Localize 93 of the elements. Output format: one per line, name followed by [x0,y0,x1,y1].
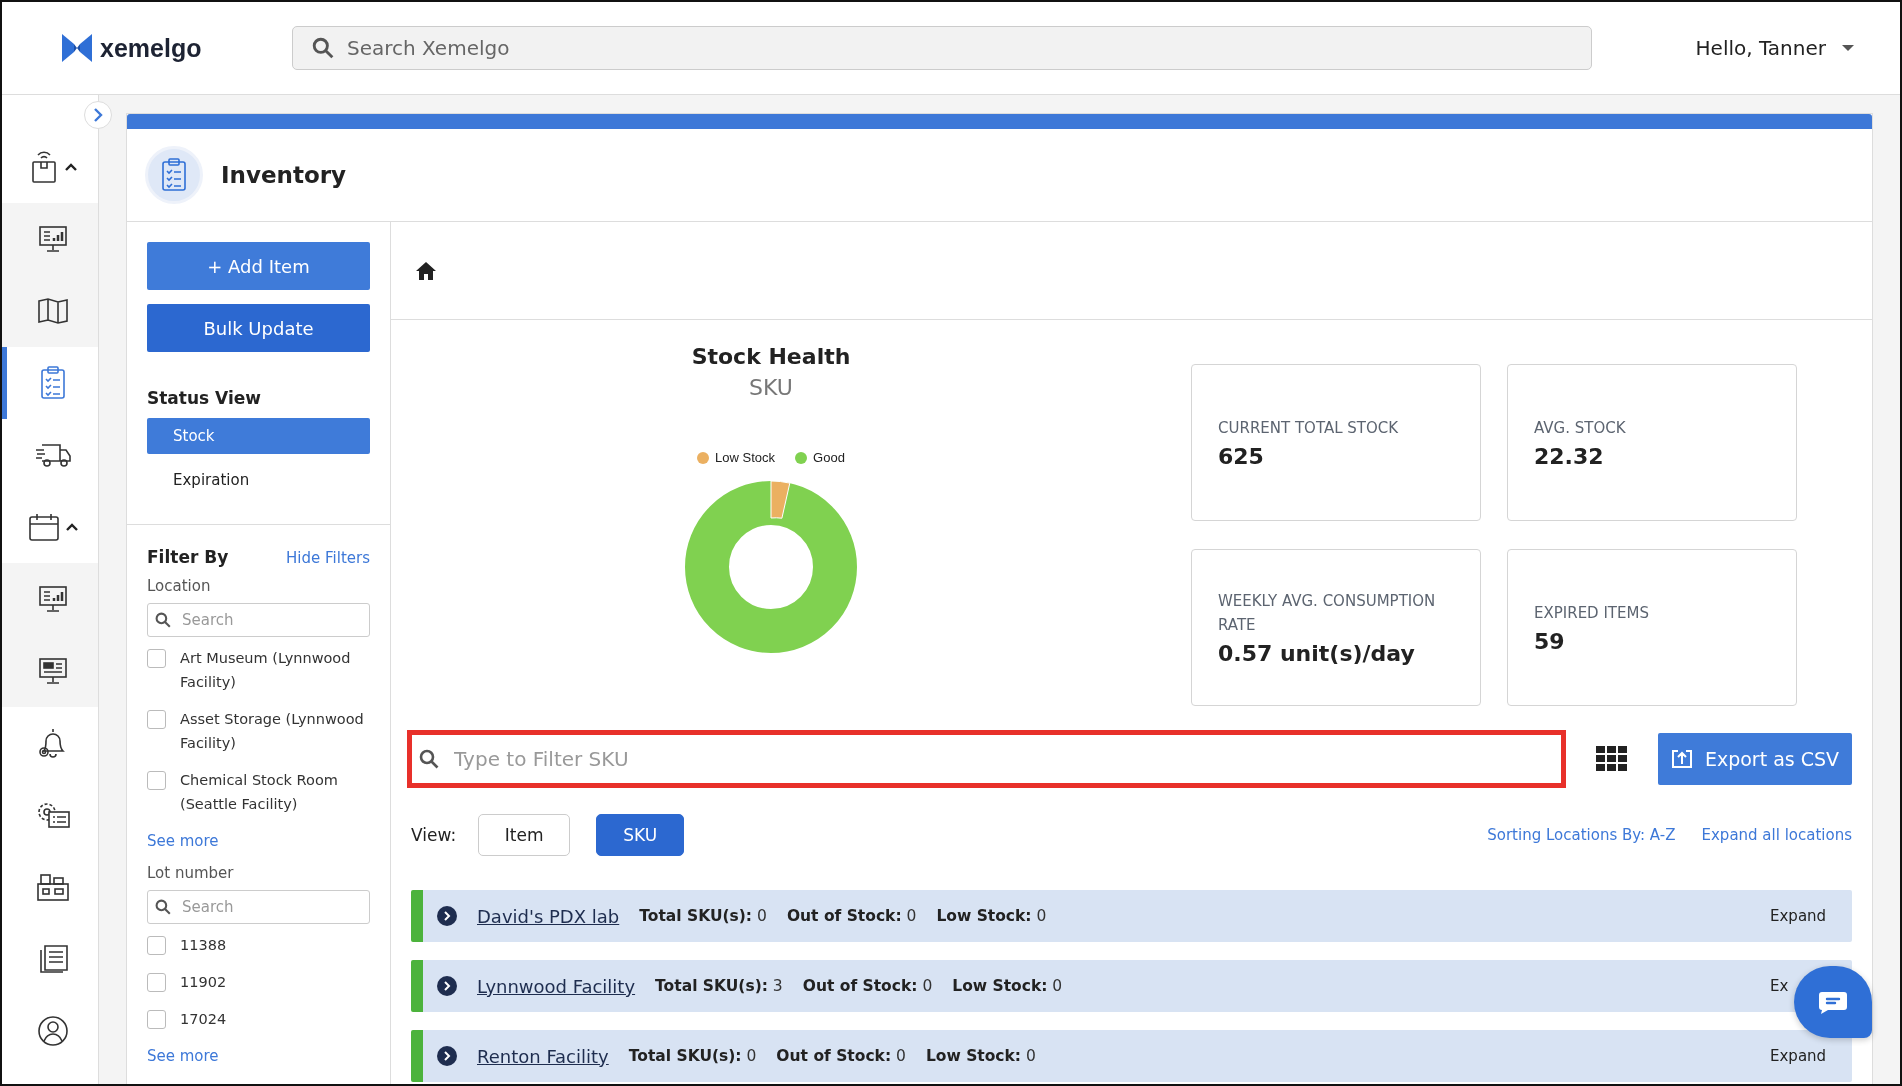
search-icon [155,899,171,915]
sku-filter-field[interactable]: Type to Filter SKU [407,730,1566,788]
nav-item[interactable] [2,203,98,275]
chart-subtitle: SKU [749,375,793,400]
user-menu[interactable]: Hello, Tanner [1689,35,1860,61]
map-icon [36,297,69,325]
location-stat: Total SKU(s): 0 [639,907,767,925]
chevron-up-icon [65,523,78,531]
hide-filters-link[interactable]: Hide Filters [286,549,370,567]
metric-value: 0.57 unit(s)/day [1218,641,1416,666]
expand-link[interactable]: Expand [1770,1047,1827,1065]
location-stat: Low Stock: 0 [936,907,1047,925]
nav-item[interactable] [2,563,98,635]
sorting-link[interactable]: Sorting Locations By: A-Z [1487,826,1676,844]
expand-row-icon[interactable] [437,976,457,996]
view-toggle[interactable]: Item [478,814,571,856]
filter-option-label: Chemical Stock Room (Seattle Facility) [180,771,339,814]
search-field[interactable]: Search Xemelgo [292,26,1592,70]
filter-option-label: 11388 [180,936,227,955]
home-icon[interactable] [415,260,437,281]
metric-label: AVG. STOCK [1534,418,1627,439]
checkbox[interactable] [147,973,166,992]
search-icon [419,749,439,769]
expand-link[interactable]: Ex [1770,977,1789,995]
metric-value: 22.32 [1534,444,1605,469]
location-stat: Total SKU(s): 3 [655,977,783,995]
clipboard-checklist-icon [39,366,66,400]
export-icon [1670,749,1693,769]
checkbox[interactable] [147,649,166,668]
chevron-right-icon [93,108,103,122]
section-title: Status View [147,388,263,408]
legend-label: Good [813,450,845,465]
checkbox[interactable] [147,1010,166,1029]
nav-item[interactable] [2,635,98,707]
view-label: View: [411,825,457,845]
monitor-chart-icon [37,225,68,253]
caret-icon [1842,44,1854,52]
grid-view-icon[interactable] [1596,746,1628,772]
location-stat: Low Stock: 0 [925,1047,1036,1065]
location-link[interactable]: Renton Facility [477,1045,609,1067]
add-item-button[interactable]: + Add Item [147,242,370,290]
search-icon [155,612,171,628]
logo-text: xemelgo [100,33,202,63]
location-stat: Out of Stock: 0 [786,907,917,925]
location-stat: Out of Stock: 0 [776,1047,906,1065]
view-toggle[interactable]: SKU [596,814,685,856]
filter-option-label: Asset Storage (Lynnwood Facility) [180,710,365,753]
location-link[interactable]: David's PDX lab [477,905,620,927]
checkbox[interactable] [147,771,166,790]
filter-option-label: 11902 [180,973,227,992]
location-stat: Low Stock: 0 [952,977,1063,995]
chat-icon [1818,990,1848,1014]
calendar-icon [27,512,60,542]
monitor-dashboard-icon [37,657,68,685]
filter-label: Location [147,577,212,595]
expand-link[interactable]: Expand [1770,907,1827,925]
monitor-chart-icon [37,585,68,613]
metric-label: WEEKLY AVG. CONSUMPTION RATE [1218,591,1437,636]
expand-row-icon[interactable] [437,906,457,926]
checkbox[interactable] [147,936,166,955]
search-field[interactable]: Search [147,890,370,924]
metric-label: CURRENT TOTAL STOCK [1218,418,1400,439]
nav-item[interactable] [2,275,98,347]
location-link[interactable]: Lynnwood Facility [477,975,636,997]
location-stat: Out of Stock: 0 [802,977,933,995]
metric-value: 625 [1218,444,1265,469]
expand-all-link[interactable]: Expand all locations [1701,826,1852,844]
see-more-link[interactable]: See more [147,1047,370,1065]
checkbox[interactable] [147,710,166,729]
chart-title: Stock Health [691,344,851,369]
chevron-up-icon [64,163,77,171]
location-stat: Total SKU(s): 0 [628,1047,757,1065]
legend-label: Low Stock [715,450,776,465]
logo-icon [62,34,92,62]
factory-icon [35,872,70,902]
status-view-option[interactable]: Expiration [147,462,370,498]
filter-option-label: 17024 [180,1010,227,1029]
metric-label: EXPIRED ITEMS [1534,603,1650,624]
bulk-update-button[interactable]: Bulk Update [147,304,370,352]
expand-row-icon[interactable] [437,1046,457,1066]
truck-icon [33,442,72,468]
filter-label: Lot number [147,864,235,882]
search-field[interactable]: Search [147,603,370,637]
section-title: Filter By [147,547,229,567]
status-view-option[interactable]: Stock [147,418,370,454]
chat-button[interactable] [1794,966,1872,1038]
see-more-link[interactable]: See more [147,832,370,850]
page-title: Inventory [221,162,347,188]
expand-sidebar-button[interactable] [84,101,112,129]
metric-value: 59 [1534,629,1566,654]
user-icon [36,1015,69,1047]
export-csv-button[interactable]: Export as CSV [1658,733,1852,785]
filter-option-label: Art Museum (Lynnwood Facility) [180,649,352,692]
